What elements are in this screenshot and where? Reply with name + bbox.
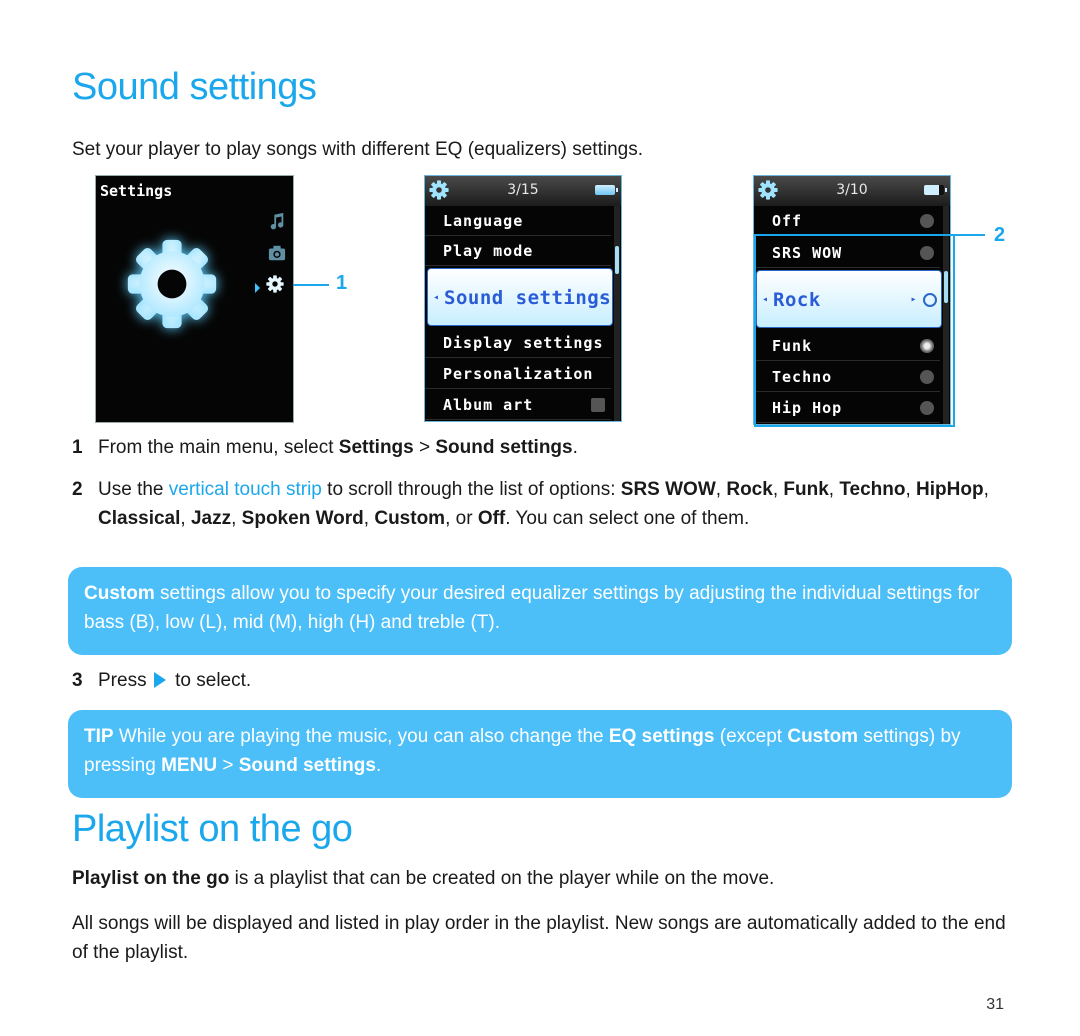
text: > xyxy=(217,755,239,776)
text: (except xyxy=(714,726,788,747)
screen-title: Settings xyxy=(100,182,173,200)
step-text: Use the vertical touch strip to scroll t… xyxy=(98,479,989,529)
tip-sound-settings: Sound settings xyxy=(238,755,376,776)
arrow-left-icon: ◂ xyxy=(433,292,440,303)
option-funk: Funk xyxy=(783,479,829,500)
text: is a playlist that can be created on the… xyxy=(229,868,775,889)
tip-menu: MENU xyxy=(161,755,218,776)
status-bar: 3/10 xyxy=(754,176,950,206)
music-note-icon xyxy=(270,212,284,230)
step-2: 2 Use the vertical touch strip to scroll… xyxy=(72,475,1012,565)
option-jazz: Jazz xyxy=(190,508,232,529)
intro-text: Set your player to play songs with diffe… xyxy=(72,139,643,160)
menu-item-language[interactable]: Language xyxy=(425,206,611,236)
large-gear-icon xyxy=(127,239,217,329)
arrow-right-icon: ▸ xyxy=(599,292,606,303)
menu-item-label: Personalization xyxy=(443,365,594,383)
step-number: 1 xyxy=(72,437,83,458)
touch-strip-bracket xyxy=(754,234,955,427)
menu-path-settings: Settings xyxy=(338,437,414,458)
option-hiphop: HipHop xyxy=(916,479,984,500)
text: . xyxy=(572,437,578,458)
text: From the main menu, select xyxy=(98,437,339,458)
option-spoken-word: Spoken Word xyxy=(241,508,364,529)
section-title-sound-settings: Sound settings xyxy=(72,66,317,108)
scroll-thumb[interactable] xyxy=(615,246,619,274)
text: Press xyxy=(98,670,147,691)
text: to scroll through the list of options: xyxy=(321,479,621,500)
text: to select. xyxy=(175,670,252,691)
option-off: Off xyxy=(477,508,506,529)
battery-icon xyxy=(924,185,947,195)
status-bar: 3/15 xyxy=(425,176,621,206)
screen-settings-menu: 3/15 Language Play mode ◂ Sound settings… xyxy=(424,175,622,422)
camera-icon xyxy=(268,245,286,261)
option-techno: Techno xyxy=(839,479,906,500)
section-title-playlist-on-the-go: Playlist on the go xyxy=(72,808,353,850)
separator: > xyxy=(413,437,436,458)
step-number: 3 xyxy=(72,670,83,691)
gear-icon[interactable] xyxy=(266,275,284,293)
note-keyword: Custom xyxy=(84,583,155,604)
callout-number-2: 2 xyxy=(994,224,1006,246)
menu-item-label: Play mode xyxy=(443,242,534,260)
option-srs-wow: SRS WOW xyxy=(620,479,716,500)
item-counter: 3/15 xyxy=(507,182,539,198)
menu-item-label: Display settings xyxy=(443,334,604,352)
text: . xyxy=(375,755,382,776)
menu-item-label: Sound settings xyxy=(444,287,612,309)
vertical-touch-strip-link[interactable]: vertical touch strip xyxy=(169,479,322,500)
callout-line-2 xyxy=(955,234,985,236)
selection-indicator xyxy=(255,283,260,293)
screen-main-menu: Settings xyxy=(95,175,294,423)
tip-label: TIP xyxy=(84,726,114,747)
tip-eq-settings: EQ settings xyxy=(608,726,715,747)
page-number: 31 xyxy=(986,996,1004,1013)
note-custom-settings: Custom settings allow you to specify you… xyxy=(68,567,1012,655)
eq-option-off[interactable]: Off xyxy=(754,206,940,236)
tip-custom: Custom xyxy=(787,726,859,747)
menu-item-album-art[interactable]: Album art xyxy=(425,390,611,420)
option-custom: Custom xyxy=(374,508,446,529)
battery-icon xyxy=(595,185,618,195)
menu-item-personalization[interactable]: Personalization xyxy=(425,359,611,389)
play-right-icon xyxy=(153,672,166,688)
callout-number-1: 1 xyxy=(336,272,348,294)
menu-item-display-settings[interactable]: Display settings xyxy=(425,328,611,358)
text: , or xyxy=(445,508,478,529)
text: Use the xyxy=(98,479,169,500)
option-rock: Rock xyxy=(726,479,773,500)
menu-item-label: Off xyxy=(772,212,803,230)
menu-item-label: Language xyxy=(443,212,524,230)
menu-item-sound-settings[interactable]: ◂ Sound settings ▸ xyxy=(427,268,613,326)
radio-icon[interactable] xyxy=(920,214,934,228)
tip-box: TIP While you are playing the music, you… xyxy=(68,710,1012,798)
note-text: settings allow you to specify your desir… xyxy=(84,583,980,633)
item-counter: 3/10 xyxy=(836,182,868,198)
menu-item-label: Album art xyxy=(443,396,534,414)
menu-item-play-mode[interactable]: Play mode xyxy=(425,236,611,266)
text: . You can select one of them. xyxy=(505,508,750,529)
step-text: From the main menu, select Settings > So… xyxy=(98,433,578,462)
playlist-description: All songs will be displayed and listed i… xyxy=(72,913,1006,963)
text: While you are playing the music, you can… xyxy=(113,726,609,747)
checkbox-icon[interactable] xyxy=(591,398,605,412)
playlist-term: Playlist on the go xyxy=(72,868,230,889)
menu-path-sound-settings: Sound settings xyxy=(435,437,573,458)
option-classical: Classical xyxy=(98,508,181,529)
playlist-intro: Playlist on the go is a playlist that ca… xyxy=(72,864,1012,893)
step-text: Press to select. xyxy=(98,666,251,695)
step-number: 2 xyxy=(72,479,83,500)
callout-line-1 xyxy=(293,284,329,286)
scrollbar[interactable] xyxy=(614,206,620,421)
